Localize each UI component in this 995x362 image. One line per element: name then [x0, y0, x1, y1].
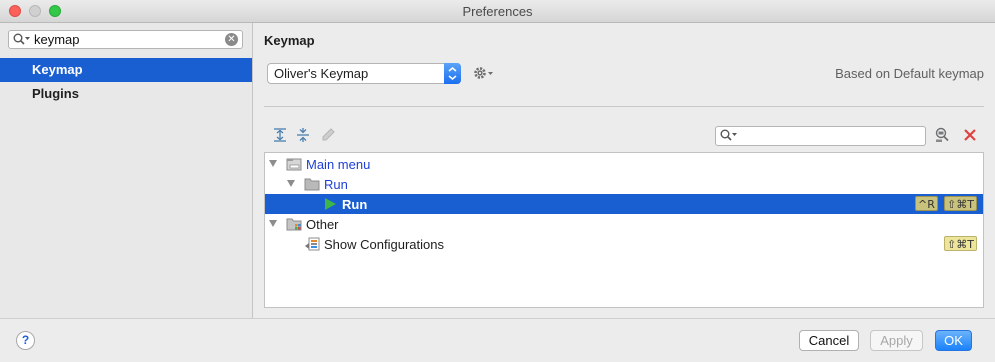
keymap-panel: Keymap Oliver's Keymap Based on Default …: [253, 23, 995, 318]
tree-row-label: Run: [342, 197, 368, 212]
window-title: Preferences: [462, 4, 533, 19]
other-folder-icon: [286, 218, 302, 231]
expand-all-icon[interactable]: [272, 127, 288, 143]
collapse-all-icon[interactable]: [295, 127, 311, 143]
edit-icon[interactable]: [320, 127, 336, 143]
tree-row-show-configurations[interactable]: Show Configurations ⇧⌘T: [265, 234, 983, 254]
find-shortcut-icon[interactable]: [934, 127, 950, 143]
settings-search-input[interactable]: keymap ✕: [8, 30, 243, 49]
sidebar-item-label: Keymap: [32, 62, 83, 77]
sidebar-item-label: Plugins: [32, 86, 79, 101]
expand-arrow-icon[interactable]: [287, 180, 295, 187]
shortcut-badge: ^R: [915, 196, 938, 211]
menu-folder-icon: [286, 158, 302, 171]
cancel-button[interactable]: Cancel: [799, 330, 859, 351]
tree-row-label: Run: [324, 177, 348, 192]
tree-row-label: Other: [306, 217, 339, 232]
tree-row-other[interactable]: Other: [265, 214, 983, 234]
configurations-icon: [305, 237, 320, 251]
expand-arrow-icon[interactable]: [269, 160, 277, 167]
search-icon[interactable]: [720, 129, 738, 142]
apply-button[interactable]: Apply: [870, 330, 923, 351]
help-button[interactable]: ?: [16, 331, 35, 350]
search-icon[interactable]: [13, 33, 31, 46]
clear-icon[interactable]: ✕: [225, 33, 238, 46]
footer-divider: [0, 318, 995, 319]
expand-arrow-icon[interactable]: [269, 220, 277, 227]
sidebar-item-keymap[interactable]: Keymap: [0, 58, 252, 82]
sidebar-item-plugins[interactable]: Plugins: [0, 82, 252, 106]
sidebar: keymap ✕ Keymap Plugins: [0, 23, 253, 318]
divider: [264, 106, 984, 107]
settings-search-value: keymap: [34, 32, 80, 47]
keymap-select-value: Oliver's Keymap: [274, 66, 369, 81]
page-title: Keymap: [264, 33, 315, 48]
run-icon: [325, 198, 336, 210]
tree-row-label: Show Configurations: [324, 237, 444, 252]
shortcut-badge: ⇧⌘T: [944, 236, 977, 251]
gear-icon[interactable]: [473, 65, 495, 81]
keymap-tree[interactable]: Main menu Run Run ^R ⇧⌘T Other Show Conf…: [264, 152, 984, 308]
tree-row-label: Main menu: [306, 157, 371, 172]
clear-filter-icon[interactable]: [962, 127, 978, 143]
tree-row-run-group[interactable]: Run: [265, 174, 983, 194]
keymap-select[interactable]: Oliver's Keymap: [267, 63, 461, 84]
shortcut-filter-input[interactable]: [715, 126, 926, 146]
tree-row-run-action[interactable]: Run ^R ⇧⌘T: [265, 194, 983, 214]
folder-icon: [304, 178, 320, 191]
shortcut-badge: ⇧⌘T: [944, 196, 977, 211]
based-on-label: Based on Default keymap: [835, 66, 984, 81]
ok-button[interactable]: OK: [935, 330, 972, 351]
title-bar: Preferences: [0, 0, 995, 23]
tree-row-main-menu[interactable]: Main menu: [265, 154, 983, 174]
select-stepper-icon[interactable]: [444, 63, 461, 84]
